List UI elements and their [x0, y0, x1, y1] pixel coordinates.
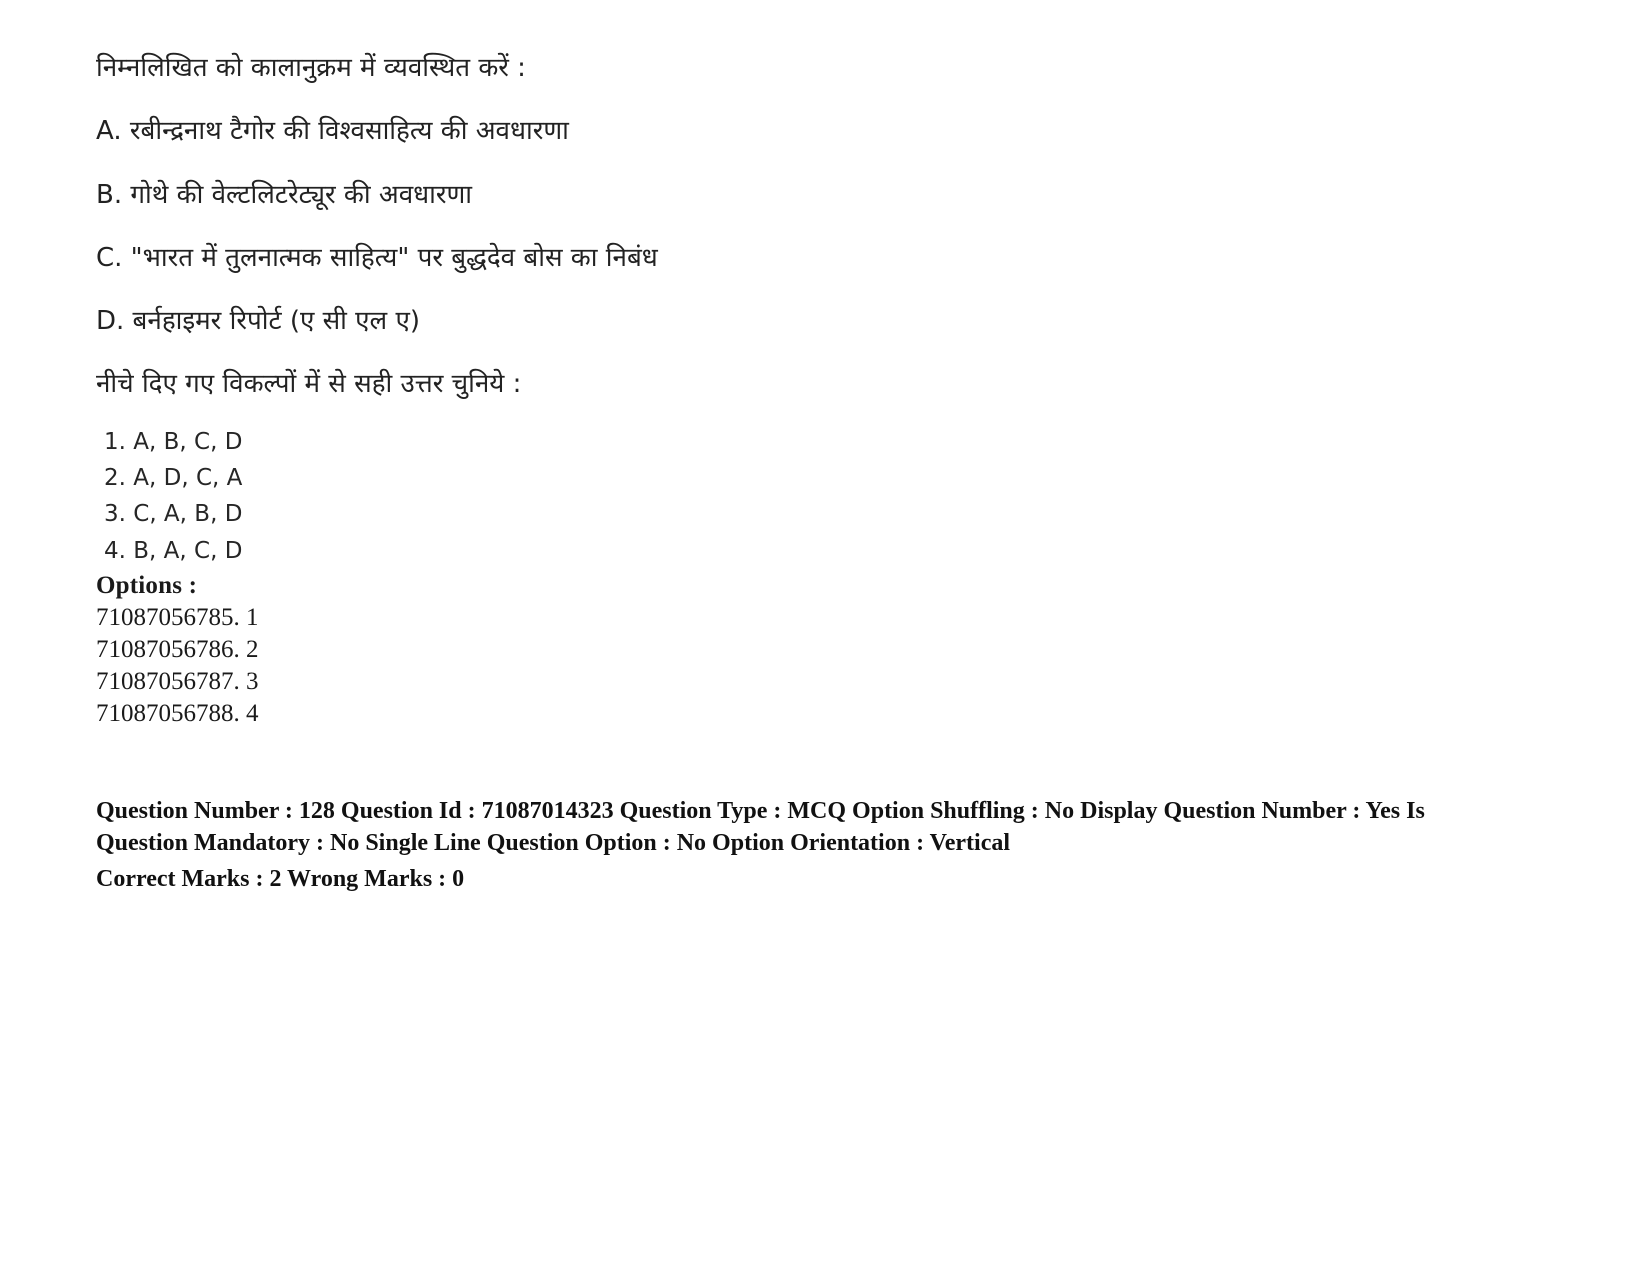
question-stem: निम्नलिखित को कालानुक्रम में व्यवस्थित क…: [96, 53, 526, 83]
answer-choice-4[interactable]: 4. B, A, C, D: [104, 533, 1554, 569]
option-id-4: 71087056788. 4: [96, 699, 259, 727]
question-page: निम्नलिखित को कालानुक्रम में व्यवस्थित क…: [0, 0, 1650, 1275]
metadata-marks-line: Correct Marks : 2 Wrong Marks : 0: [96, 865, 465, 892]
question-metadata: Question Number : 128 Question Id : 7108…: [96, 796, 1496, 896]
options-heading: Options :: [96, 571, 198, 599]
question-statement-a: A. रबीन्द्रनाथ टैगोर की विश्वसाहित्य की …: [96, 116, 569, 147]
option-id-2: 71087056786. 2: [96, 635, 259, 663]
option-id-3: 71087056787. 3: [96, 667, 259, 695]
answer-choice-2[interactable]: 2. A, D, C, A: [104, 460, 1554, 496]
question-instruction: नीचे दिए गए विकल्पों में से सही उत्तर चु…: [96, 369, 522, 400]
question-content: निम्नलिखित को कालानुक्रम में व्यवस्थित क…: [96, 52, 1554, 569]
answer-choice-1[interactable]: 1. A, B, C, D: [104, 424, 1554, 460]
answer-choice-list: 1. A, B, C, D 2. A, D, C, A 3. C, A, B, …: [96, 424, 1554, 569]
metadata-primary-line: Question Number : 128 Question Id : 7108…: [96, 797, 1425, 856]
question-statement-b: B. गोथे की वेल्टलिटरेट्यूर की अवधारणा: [96, 179, 473, 210]
option-id-list: 71087056785. 1 71087056786. 2 7108705678…: [96, 602, 1554, 730]
answer-choice-3[interactable]: 3. C, A, B, D: [104, 496, 1554, 532]
question-statement-c: C. "भारत में तुलनात्मक साहित्य" पर बुद्ध…: [96, 242, 658, 273]
question-statement-d: D. बर्नहाइमर रिपोर्ट (ए सी एल ए): [96, 306, 420, 337]
option-id-1: 71087056785. 1: [96, 603, 259, 631]
